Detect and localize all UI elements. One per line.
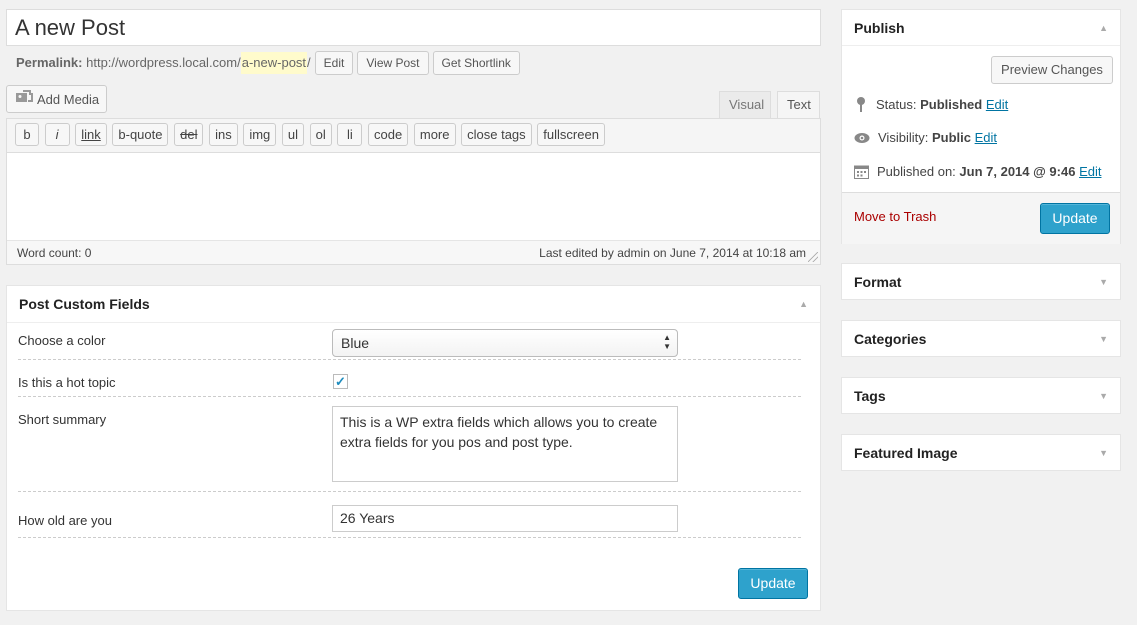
hot-topic-label: Is this a hot topic xyxy=(18,375,116,390)
publish-title: Publish xyxy=(854,19,905,36)
status-row: Status: Published Edit xyxy=(854,96,1008,112)
qt-ul-button[interactable]: ul xyxy=(281,123,305,146)
published-edit-link[interactable]: Edit xyxy=(1079,164,1101,179)
permalink-edit-button[interactable]: Edit xyxy=(314,51,354,75)
qt-link-button[interactable]: link xyxy=(75,123,107,146)
custom-fields-header[interactable]: Post Custom Fields ▲ xyxy=(7,286,820,323)
qt-ins-button[interactable]: ins xyxy=(209,123,238,146)
qt-img-button[interactable]: img xyxy=(243,123,277,146)
age-label: How old are you xyxy=(18,513,112,528)
permalink-base: http://wordpress.local.com/ xyxy=(86,55,241,70)
tags-header[interactable]: Tags ▼ xyxy=(842,378,1120,414)
editor-status-bar: Word count: 0 Last edited by admin on Ju… xyxy=(7,240,820,264)
format-header[interactable]: Format ▼ xyxy=(842,264,1120,300)
status-label: Status: xyxy=(876,96,917,112)
status-value: Published xyxy=(920,96,983,112)
expand-arrow-icon[interactable]: ▼ xyxy=(1099,448,1108,458)
add-media-label: Add Media xyxy=(37,91,100,107)
content-textarea[interactable] xyxy=(7,153,820,242)
format-title: Format xyxy=(854,274,902,290)
summary-label: Short summary xyxy=(18,412,107,427)
tab-text[interactable]: Text xyxy=(777,91,820,119)
visibility-edit-link[interactable]: Edit xyxy=(975,130,997,145)
publish-actions: Move to Trash Update xyxy=(842,192,1120,244)
featured-image-box[interactable]: Featured Image ▼ xyxy=(841,434,1121,471)
published-label: Published on: xyxy=(877,164,956,179)
post-editor: b i link b-quote del ins img ul ol li co… xyxy=(6,118,821,265)
permalink-slug[interactable]: a-new-post xyxy=(240,52,308,74)
color-select-value: Blue xyxy=(341,335,370,351)
resize-grip-icon[interactable] xyxy=(808,252,818,262)
expand-arrow-icon[interactable]: ▼ xyxy=(1099,391,1108,401)
qt-fullscreen-button[interactable]: fullscreen xyxy=(537,123,605,146)
pin-icon xyxy=(857,97,865,112)
view-post-button[interactable]: View Post xyxy=(357,51,429,75)
summary-textarea[interactable]: This is a WP extra fields which allows y… xyxy=(332,406,678,482)
age-input[interactable]: 26 Years xyxy=(332,505,678,532)
collapse-arrow-icon[interactable]: ▲ xyxy=(1099,23,1108,33)
featured-image-header[interactable]: Featured Image ▼ xyxy=(842,435,1120,471)
field-row-hot: Is this a hot topic ✓ xyxy=(18,360,801,397)
permalink-label: Permalink: xyxy=(16,55,83,70)
categories-title: Categories xyxy=(854,331,927,347)
qt-italic-button[interactable]: i xyxy=(44,123,70,146)
tags-box[interactable]: Tags ▼ xyxy=(841,377,1121,414)
post-title-input[interactable]: A new Post xyxy=(6,9,821,46)
collapse-arrow-icon[interactable]: ▲ xyxy=(799,299,808,309)
get-shortlink-button[interactable]: Get Shortlink xyxy=(432,51,520,75)
last-edited: Last edited by admin on June 7, 2014 at … xyxy=(539,245,806,260)
published-on-row: Published on: Jun 7, 2014 @ 9:46 Edit xyxy=(854,164,1101,179)
add-media-button[interactable]: Add Media xyxy=(6,85,107,113)
word-count: Word count: 0 xyxy=(17,245,92,260)
custom-fields-update-button[interactable]: Update xyxy=(738,568,808,599)
permalink-bar: Permalink: http://wordpress.local.com/a-… xyxy=(16,51,520,75)
published-value: Jun 7, 2014 @ 9:46 xyxy=(959,164,1076,179)
qt-close-tags-button[interactable]: close tags xyxy=(461,123,532,146)
qt-code-button[interactable]: code xyxy=(368,123,409,146)
categories-header[interactable]: Categories ▼ xyxy=(842,321,1120,357)
tab-visual[interactable]: Visual xyxy=(719,91,771,119)
color-select[interactable]: Blue ▲ ▼ xyxy=(332,329,678,357)
custom-fields-box: Post Custom Fields ▲ Choose a color Blue… xyxy=(6,285,821,611)
preview-changes-button[interactable]: Preview Changes xyxy=(991,56,1113,84)
format-box[interactable]: Format ▼ xyxy=(841,263,1121,300)
field-row-color: Choose a color Blue ▲ ▼ xyxy=(18,323,801,360)
publish-header[interactable]: Publish ▲ xyxy=(842,10,1120,46)
qt-ol-button[interactable]: ol xyxy=(309,123,332,146)
qt-del-button[interactable]: del xyxy=(174,123,204,146)
qt-bold-button[interactable]: b xyxy=(15,123,39,146)
media-icon xyxy=(15,89,33,109)
quicktags-toolbar: b i link b-quote del ins img ul ol li co… xyxy=(7,119,820,153)
visibility-value: Public xyxy=(931,130,971,145)
color-label: Choose a color xyxy=(18,333,106,348)
permalink-tail: / xyxy=(307,55,311,70)
publish-box: Publish ▲ Preview Changes Status: Publis… xyxy=(841,9,1121,244)
status-edit-link[interactable]: Edit xyxy=(986,97,1008,112)
calendar-icon xyxy=(854,165,869,179)
field-row-age: How old are you 26 Years xyxy=(18,492,801,538)
qt-more-button[interactable]: more xyxy=(413,123,456,146)
move-to-trash-link[interactable]: Move to Trash xyxy=(854,209,936,224)
select-arrows-icon: ▲ ▼ xyxy=(663,333,671,351)
visibility-label: Visibility: xyxy=(878,130,929,145)
custom-fields-title: Post Custom Fields xyxy=(19,296,150,312)
qt-bquote-button[interactable]: b-quote xyxy=(112,123,169,146)
hot-topic-checkbox[interactable]: ✓ xyxy=(333,374,348,389)
eye-icon xyxy=(854,132,870,143)
expand-arrow-icon[interactable]: ▼ xyxy=(1099,277,1108,287)
categories-box[interactable]: Categories ▼ xyxy=(841,320,1121,357)
visibility-row: Visibility: Public Edit xyxy=(854,130,997,145)
tags-title: Tags xyxy=(854,388,886,404)
qt-li-button[interactable]: li xyxy=(337,123,363,146)
featured-image-title: Featured Image xyxy=(854,445,958,461)
expand-arrow-icon[interactable]: ▼ xyxy=(1099,334,1108,344)
field-row-summary: Short summary This is a WP extra fields … xyxy=(18,397,801,492)
publish-update-button[interactable]: Update xyxy=(1040,203,1110,234)
